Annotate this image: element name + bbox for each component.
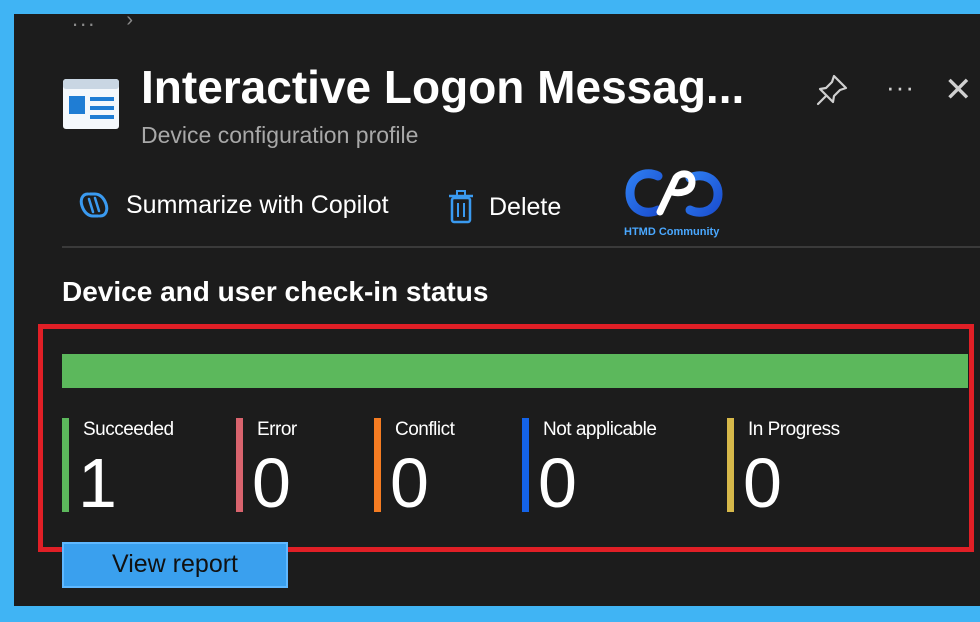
status-label: Conflict	[395, 419, 455, 440]
status-color-bar	[522, 418, 529, 512]
page-subtitle: Device configuration profile	[141, 122, 419, 148]
status-label: Not applicable	[543, 419, 657, 440]
pin-icon[interactable]	[814, 72, 850, 108]
status-count: 0	[538, 444, 577, 522]
status-color-bar	[62, 418, 69, 512]
status-count: 0	[743, 444, 782, 522]
trash-icon	[449, 190, 473, 224]
status-color-bar	[236, 418, 243, 512]
more-options-icon[interactable]: ···	[886, 72, 915, 103]
profile-blade: ... › Interactive Logon Messag... Device …	[14, 14, 980, 606]
summarize-copilot-button[interactable]: Summarize with Copilot	[76, 190, 389, 220]
status-label: In Progress	[748, 419, 840, 440]
checkin-progress-bar	[62, 354, 968, 388]
profile-config-icon	[63, 79, 119, 129]
htmd-watermark-logo: HTMD Community	[624, 166, 724, 238]
copilot-icon	[79, 192, 109, 218]
delete-label: Delete	[489, 192, 562, 221]
status-color-bar	[374, 418, 381, 512]
status-label: Succeeded	[83, 419, 174, 440]
status-count: 0	[252, 444, 291, 522]
breadcrumb-ellipsis[interactable]: ...	[72, 14, 96, 31]
breadcrumb[interactable]: ... ›	[72, 14, 135, 32]
watermark-caption: HTMD Community	[624, 226, 720, 238]
close-icon[interactable]: ✕	[944, 70, 973, 110]
status-color-bar	[727, 418, 734, 512]
view-report-button[interactable]: View report	[62, 542, 288, 588]
delete-button[interactable]: Delete	[447, 190, 561, 224]
summarize-copilot-label: Summarize with Copilot	[126, 190, 389, 219]
status-count: 0	[390, 444, 429, 522]
status-count: 1	[78, 444, 117, 522]
page-title: Interactive Logon Messag...	[141, 61, 745, 113]
checkin-progress-fill	[62, 354, 968, 388]
toolbar-divider	[62, 246, 980, 248]
breadcrumb-separator-icon: ›	[126, 14, 136, 31]
section-title: Device and user check-in status	[62, 276, 489, 307]
status-label: Error	[257, 419, 297, 440]
htmd-logo-icon	[625, 169, 723, 217]
